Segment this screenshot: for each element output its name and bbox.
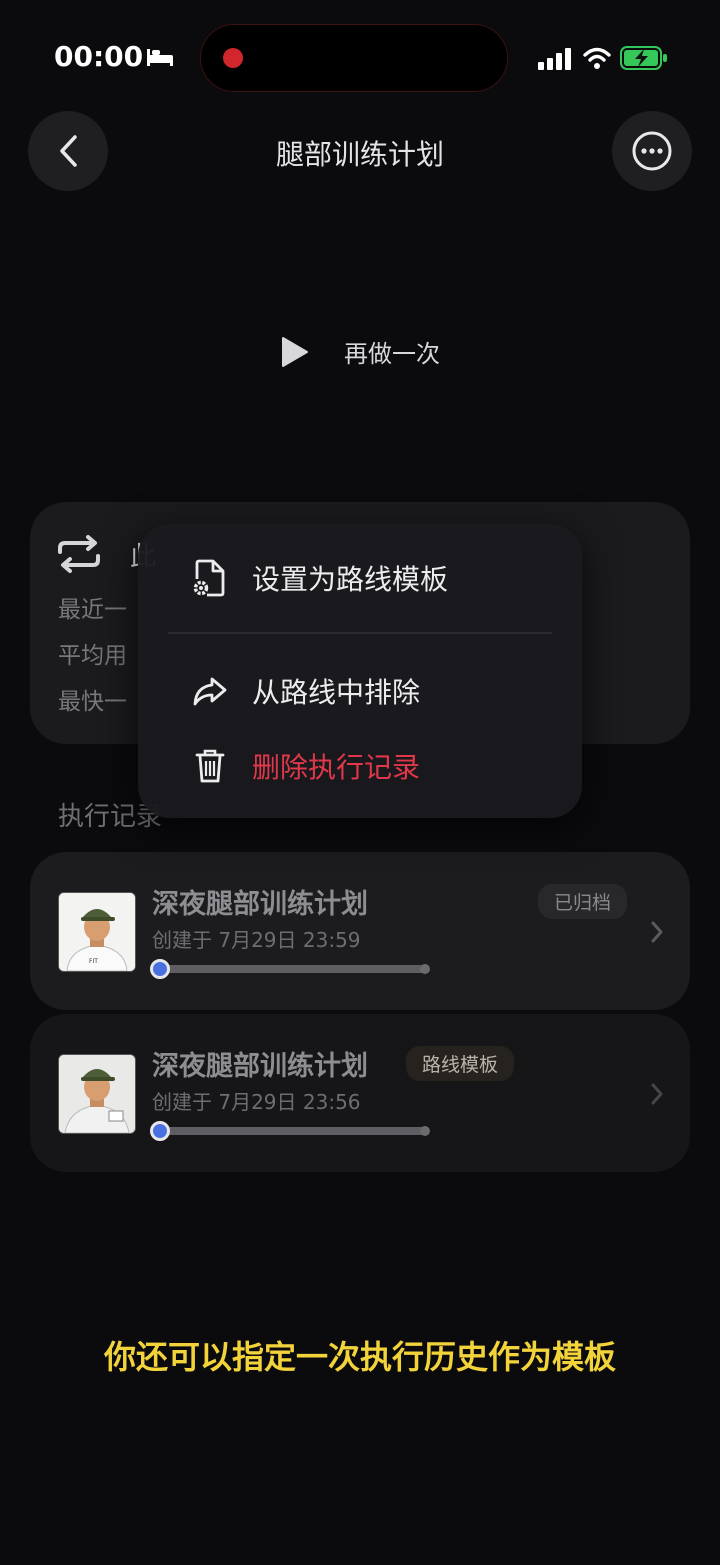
avatar <box>58 1054 136 1134</box>
context-menu: 设置为路线模板 从路线中排除 删除执行记录 <box>138 524 582 818</box>
svg-text:FIT: FIT <box>89 958 98 965</box>
stats-line-fastest: 最快一 <box>58 689 127 715</box>
menu-divider <box>168 632 552 634</box>
sleep-focus-icon <box>147 49 173 66</box>
redo-button[interactable]: 再做一次 <box>280 334 440 369</box>
progress-end-marker <box>420 1126 430 1136</box>
menu-item-label: 删除执行记录 <box>252 751 421 784</box>
chevron-right-icon <box>651 921 663 943</box>
record-card[interactable]: FIT 深夜腿部训练计划 已归档 创建于 7月29日 23:59 <box>30 852 690 1010</box>
record-name: 深夜腿部训练计划 <box>152 889 368 920</box>
progress-handle <box>150 959 170 979</box>
ellipsis-circle-icon <box>632 131 672 171</box>
repeat-icon <box>58 535 100 573</box>
doc-gear-icon <box>193 559 225 597</box>
play-icon <box>282 336 308 367</box>
chevron-right-icon <box>651 1083 663 1105</box>
menu-item-delete[interactable]: 删除执行记录 <box>138 731 582 801</box>
caption-subtitle: 你还可以指定一次执行历史作为模板 <box>103 1338 616 1376</box>
template-badge: 路线模板 <box>406 1046 515 1081</box>
record-name: 深夜腿部训练计划 <box>152 1051 368 1082</box>
stats-line-average: 平均用 <box>58 643 127 669</box>
wifi-icon <box>583 47 611 69</box>
more-options-button[interactable] <box>612 111 692 191</box>
status-badge: 已归档 <box>538 884 628 919</box>
dynamic-island <box>200 24 508 92</box>
record-card[interactable]: 深夜腿部训练计划 路线模板 创建于 7月29日 23:56 <box>30 1014 690 1172</box>
avatar: FIT <box>58 892 136 972</box>
cellular-signal-icon <box>538 48 571 70</box>
record-date: 创建于 7月29日 23:59 <box>152 928 361 952</box>
progress-end-marker <box>420 964 430 974</box>
stats-line-recent: 最近一 <box>58 597 127 623</box>
menu-item-exclude[interactable]: 从路线中排除 <box>138 656 582 726</box>
redo-label: 再做一次 <box>344 340 440 368</box>
menu-item-set-template[interactable]: 设置为路线模板 <box>138 543 582 613</box>
trash-icon <box>195 749 225 783</box>
menu-item-label: 设置为路线模板 <box>252 563 449 596</box>
recording-indicator-icon <box>223 48 243 68</box>
progress-track <box>150 1121 430 1141</box>
menu-item-label: 从路线中排除 <box>252 676 421 709</box>
progress-handle <box>150 1121 170 1141</box>
record-date: 创建于 7月29日 23:56 <box>152 1090 361 1114</box>
share-arrow-icon <box>193 677 227 706</box>
battery-charging-icon <box>620 46 667 70</box>
progress-track <box>150 959 430 979</box>
status-time: 00:00 <box>54 40 144 73</box>
